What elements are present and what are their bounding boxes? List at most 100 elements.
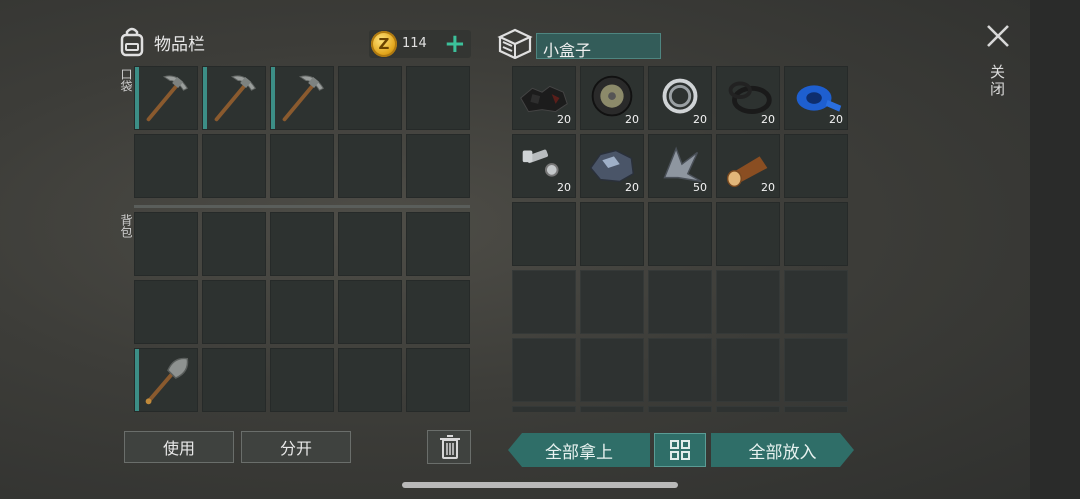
empty-slot[interactable] [202, 134, 266, 198]
item-quantity: 20 [557, 113, 571, 126]
container-name-field[interactable]: 小盒子 [536, 33, 661, 60]
empty-slot[interactable] [406, 280, 470, 344]
equipped-marker [203, 67, 207, 129]
equipped-marker [271, 67, 275, 129]
slot-tape[interactable]: 20 [784, 66, 848, 130]
grid-sort-icon [670, 440, 690, 460]
split-button[interactable]: 分开 [241, 431, 351, 463]
item-quantity: 20 [557, 181, 571, 194]
empty-slot[interactable] [648, 338, 712, 402]
empty-slot[interactable] [580, 338, 644, 402]
put-all-label: 全部放入 [748, 442, 817, 463]
use-button[interactable]: 使用 [124, 431, 234, 463]
empty-slot[interactable] [202, 212, 266, 276]
trash-icon [440, 435, 460, 459]
backpack-grid [134, 212, 470, 412]
split-button-label: 分开 [279, 439, 312, 458]
slot-pickaxe[interactable] [134, 66, 198, 130]
item-quantity: 50 [693, 181, 707, 194]
put-all-button[interactable]: 全部放入 [711, 433, 854, 467]
empty-slot[interactable] [338, 348, 402, 412]
take-all-button[interactable]: 全部拿上 [508, 433, 650, 467]
home-indicator[interactable] [402, 482, 678, 488]
pickaxe-icon [271, 67, 333, 129]
empty-slot[interactable] [512, 202, 576, 266]
slot-metal-scrap[interactable]: 50 [648, 134, 712, 198]
empty-slot[interactable] [338, 66, 402, 130]
slot-log[interactable]: 20 [716, 134, 780, 198]
empty-slot[interactable] [784, 202, 848, 266]
equipped-marker [135, 349, 139, 411]
empty-slot[interactable] [784, 338, 848, 402]
empty-slot[interactable] [338, 280, 402, 344]
slot-pickaxe[interactable] [202, 66, 266, 130]
empty-slot[interactable] [134, 134, 198, 198]
empty-slot[interactable] [784, 406, 848, 412]
pickaxe-icon [203, 67, 265, 129]
empty-slot[interactable] [406, 134, 470, 198]
box-icon [497, 28, 533, 59]
empty-slot[interactable] [716, 270, 780, 334]
pocket-label: 口袋 [119, 68, 133, 92]
empty-slot[interactable] [580, 406, 644, 412]
slot-tire[interactable]: 20 [580, 66, 644, 130]
empty-slot[interactable] [648, 406, 712, 412]
container-grid: 20 20 20 20 20 20 20 50 20 [512, 66, 848, 412]
empty-slot[interactable] [270, 134, 334, 198]
empty-slot[interactable] [512, 406, 576, 412]
empty-slot[interactable] [648, 202, 712, 266]
empty-slot[interactable] [134, 212, 198, 276]
item-quantity: 20 [693, 113, 707, 126]
slot-iron-ore[interactable]: 20 [580, 134, 644, 198]
inventory-title: 物品栏 [154, 34, 205, 55]
empty-slot[interactable] [512, 338, 576, 402]
slot-coal[interactable]: 20 [512, 66, 576, 130]
empty-slot[interactable] [580, 270, 644, 334]
shovel-icon [135, 349, 197, 411]
empty-slot[interactable] [716, 406, 780, 412]
inventory-header: 物品栏 [118, 26, 205, 58]
empty-slot[interactable] [134, 280, 198, 344]
section-divider [134, 205, 470, 208]
item-quantity: 20 [625, 181, 639, 194]
empty-slot[interactable] [270, 212, 334, 276]
slot-bearing[interactable]: 20 [648, 66, 712, 130]
close-icon[interactable] [984, 22, 1012, 50]
empty-slot[interactable] [716, 202, 780, 266]
slot-pickaxe[interactable] [270, 66, 334, 130]
empty-slot[interactable] [338, 212, 402, 276]
empty-slot[interactable] [784, 270, 848, 334]
empty-slot[interactable] [716, 338, 780, 402]
side-panel [1030, 0, 1080, 499]
empty-slot[interactable] [406, 66, 470, 130]
item-quantity: 20 [761, 181, 775, 194]
empty-slot[interactable] [580, 202, 644, 266]
take-all-label: 全部拿上 [545, 442, 613, 463]
empty-slot[interactable] [512, 270, 576, 334]
slot-bolt-nut[interactable]: 20 [512, 134, 576, 198]
discard-button[interactable] [427, 430, 471, 464]
empty-slot[interactable] [270, 348, 334, 412]
empty-slot[interactable] [648, 270, 712, 334]
item-quantity: 20 [761, 113, 775, 126]
slot-rubber-ring[interactable]: 20 [716, 66, 780, 130]
empty-slot[interactable] [202, 348, 266, 412]
empty-slot[interactable] [406, 212, 470, 276]
empty-slot[interactable] [270, 280, 334, 344]
slot-shovel[interactable] [134, 348, 198, 412]
empty-slot[interactable] [406, 348, 470, 412]
pocket-grid [134, 66, 470, 198]
empty-slot[interactable] [784, 134, 848, 198]
item-quantity: 20 [625, 113, 639, 126]
coin-count: 114 [402, 36, 427, 51]
item-quantity: 20 [829, 113, 843, 126]
close-label[interactable]: 关闭 [987, 64, 1008, 98]
container-name: 小盒子 [543, 41, 592, 60]
add-coins-button[interactable]: + [444, 30, 466, 58]
empty-slot[interactable] [202, 280, 266, 344]
sort-button[interactable] [654, 433, 706, 467]
coin-icon: Z [371, 31, 397, 57]
backpack-icon [120, 27, 144, 57]
equipped-marker [135, 67, 139, 129]
empty-slot[interactable] [338, 134, 402, 198]
